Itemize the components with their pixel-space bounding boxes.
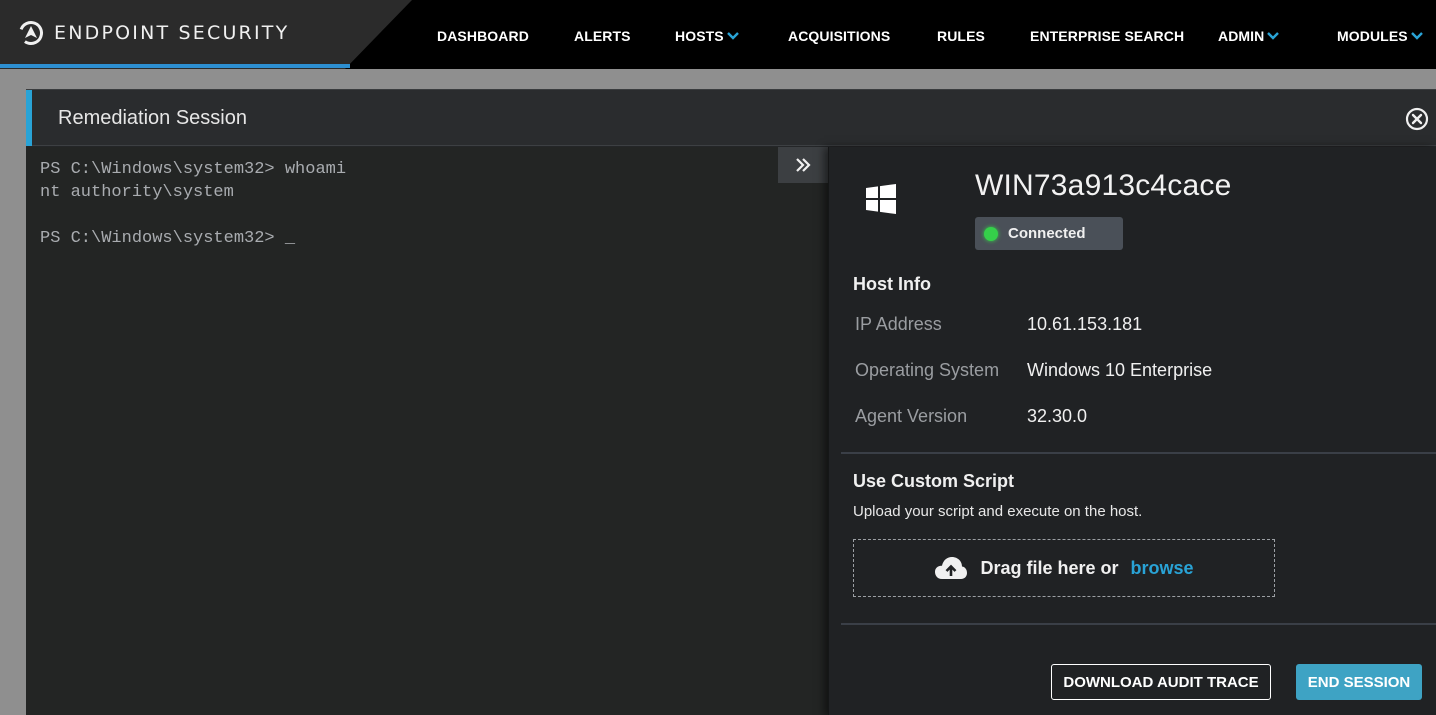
nav-label: ACQUISITIONS	[788, 28, 891, 44]
windows-icon	[866, 184, 896, 214]
terminal-prompt-line: PS C:\Windows\system32> _	[40, 229, 296, 248]
double-chevron-right-icon	[796, 158, 811, 172]
section-divider	[841, 623, 1436, 625]
nav-enterprise-search[interactable]: ENTERPRISE SEARCH	[1030, 28, 1184, 44]
info-label-os: Operating System	[855, 360, 1000, 380]
nav-alerts[interactable]: ALERTS	[574, 28, 631, 44]
section-divider	[841, 452, 1436, 454]
nav-modules[interactable]: MODULES	[1337, 28, 1423, 44]
close-circle-icon[interactable]	[1405, 107, 1429, 131]
dropzone-text: Drag file here or	[980, 557, 1119, 578]
nav-hosts[interactable]: HOSTS	[675, 28, 739, 44]
nav-label: RULES	[937, 28, 985, 44]
chevron-down-icon	[726, 32, 739, 40]
info-value-ip: 10.61.153.181	[1027, 314, 1143, 334]
custom-script-title: Use Custom Script	[853, 471, 1015, 491]
info-label-ip: IP Address	[855, 314, 942, 334]
collapse-panel-button[interactable]	[778, 147, 828, 183]
panel-accent-bar	[26, 90, 32, 146]
nav-dashboard[interactable]: DASHBOARD	[437, 28, 529, 44]
top-navbar: ENDPOINT SECURITY DASHBOARD ALERTS HOSTS…	[0, 0, 1436, 69]
info-label-agent: Agent Version	[855, 406, 968, 426]
cloud-upload-icon	[935, 557, 968, 579]
nav-label: HOSTS	[675, 28, 724, 44]
nav-admin[interactable]: ADMIN	[1218, 28, 1280, 44]
host-info-sidebar: WIN73a913c4cace Connected Host Info IP A…	[828, 147, 1436, 715]
nav-rules[interactable]: RULES	[937, 28, 985, 44]
host-info-title: Host Info	[853, 274, 931, 294]
status-dot-icon	[984, 226, 998, 241]
end-session-button[interactable]: END SESSION	[1296, 664, 1422, 700]
file-dropzone[interactable]: Drag file here or browse	[853, 539, 1275, 597]
info-value-os: Windows 10 Enterprise	[1027, 360, 1213, 380]
terminal-line: PS C:\Windows\system32> whoami	[40, 160, 347, 179]
nav-label: MODULES	[1337, 28, 1408, 44]
chevron-down-icon	[1410, 32, 1423, 40]
browse-link[interactable]: browse	[1131, 558, 1194, 579]
nav-label: ADMIN	[1218, 28, 1265, 44]
powershell-terminal[interactable]: PS C:\Windows\system32> whoami nt author…	[26, 147, 828, 715]
host-name: WIN73a913c4cace	[975, 169, 1232, 202]
custom-script-description: Upload your script and execute on the ho…	[853, 503, 1143, 520]
nav-label: ALERTS	[574, 28, 631, 44]
status-text: Connected	[1008, 225, 1086, 242]
remediation-session-panel: Remediation Session PS C:\Windows\system…	[26, 89, 1436, 715]
chevron-down-icon	[1267, 32, 1280, 40]
download-audit-trace-button[interactable]: DOWNLOAD AUDIT TRACE	[1051, 664, 1271, 700]
nav-label: DASHBOARD	[437, 28, 529, 44]
panel-title: Remediation Session	[58, 107, 247, 129]
info-value-agent: 32.30.0	[1027, 406, 1088, 426]
nav-label: ENTERPRISE SEARCH	[1030, 28, 1185, 44]
main-nav: DASHBOARD ALERTS HOSTS ACQUISITIONS RULE…	[0, 0, 1436, 69]
nav-acquisitions[interactable]: ACQUISITIONS	[788, 28, 890, 44]
status-badge: Connected	[975, 217, 1123, 250]
terminal-line: nt authority\system	[40, 183, 234, 202]
panel-header: Remediation Session	[26, 90, 1436, 146]
